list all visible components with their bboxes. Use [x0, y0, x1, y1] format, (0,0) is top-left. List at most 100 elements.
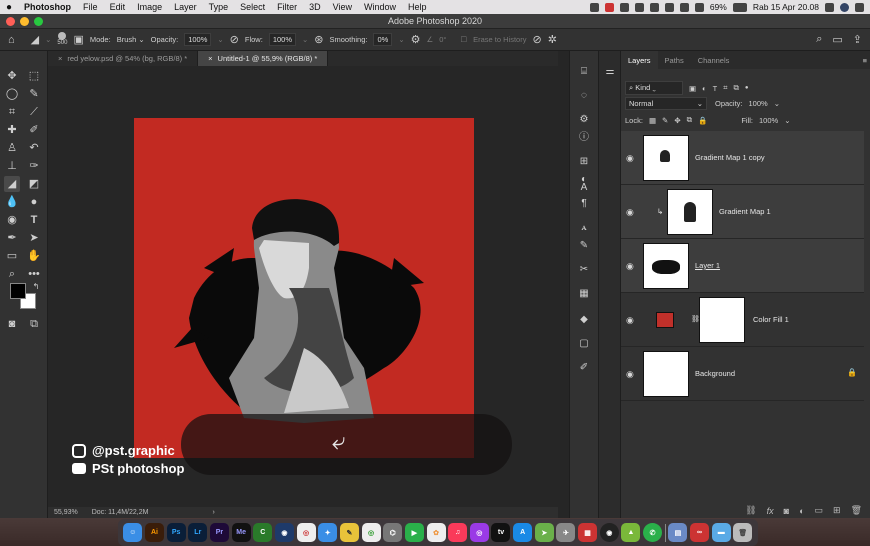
bluetooth-icon[interactable]	[664, 2, 674, 12]
chrome-icon[interactable]: ◎	[296, 523, 316, 542]
zoom-window-button[interactable]	[34, 17, 43, 26]
history-icon[interactable]: ⌸	[577, 65, 591, 79]
brushes-icon[interactable]: ✎	[577, 239, 591, 253]
lock-icon[interactable]: 🔒	[847, 368, 857, 377]
panel-menu-icon[interactable]: ≡	[863, 56, 870, 65]
chevron-down-icon[interactable]: ⌄	[398, 35, 404, 44]
layer-name[interactable]: Gradient Map 1 copy	[695, 153, 765, 162]
glyphs-icon[interactable]: ꭺ	[577, 221, 591, 235]
close-icon[interactable]: ×	[208, 54, 212, 63]
brush-preset-picker[interactable]: 500	[57, 32, 67, 47]
layer-name[interactable]: Layer 1	[695, 261, 720, 270]
layer-name[interactable]: Background	[695, 369, 735, 378]
menu-type[interactable]: Type	[203, 2, 235, 12]
illustrator-icon[interactable]: Ai	[144, 523, 164, 542]
sponge-tool-icon[interactable]: ◉	[4, 212, 20, 228]
path-select-tool-icon[interactable]: ➤	[26, 230, 42, 246]
after-effects-icon[interactable]: ◉	[274, 523, 294, 542]
new-group-icon[interactable]: ▭	[815, 505, 824, 516]
acrobat-icon[interactable]: ∞	[690, 523, 710, 542]
chevron-right-icon[interactable]: ›	[212, 509, 214, 516]
tab-red-yelow[interactable]: × red yelow.psd @ 54% (bg, RGB/8) *	[48, 51, 199, 66]
shape-filter-icon[interactable]: ⌗	[723, 83, 727, 93]
corel-icon[interactable]: C	[253, 523, 273, 542]
pen-tool-icon[interactable]: ✒	[4, 230, 20, 246]
safari-icon[interactable]: ✦	[318, 523, 338, 542]
foreground-color-swatch[interactable]	[10, 283, 26, 299]
preview-icon[interactable]: ▤	[668, 523, 688, 542]
pressure-opacity-icon[interactable]: ⊘	[230, 33, 239, 46]
panel-options-icon[interactable]: ⚌	[603, 65, 617, 79]
trash-icon[interactable]: 🗑	[851, 505, 862, 516]
flow-input[interactable]: 100%	[268, 33, 296, 46]
maps-icon[interactable]: ➤	[534, 523, 554, 542]
tray-app-icon[interactable]	[589, 2, 599, 12]
info-icon[interactable]: ⓘ	[577, 131, 591, 145]
chevron-down-icon[interactable]: ⌄	[302, 35, 308, 44]
menu-help[interactable]: Help	[402, 2, 433, 12]
chevron-down-icon[interactable]: ⌄	[45, 35, 51, 44]
fill-color-swatch[interactable]	[656, 312, 674, 328]
tv-icon[interactable]: tv	[491, 523, 511, 542]
libraries-icon[interactable]: ▢	[577, 337, 591, 351]
lightbulb-icon[interactable]: ◌	[577, 89, 591, 103]
apple-menu-icon[interactable]: ●	[0, 2, 18, 13]
wifi-icon[interactable]	[679, 2, 689, 12]
lock-all-icon[interactable]: 🔒	[698, 116, 707, 125]
chrome-icon[interactable]: ◎	[361, 523, 381, 542]
trash-icon[interactable]: 🗑	[733, 523, 753, 542]
quick-mask-icon[interactable]: ◙	[4, 316, 20, 332]
battery-icon[interactable]	[732, 2, 747, 12]
appstore-icon[interactable]: ✎	[339, 523, 359, 542]
layer-row[interactable]: ◉ Gradient Map 1 copy	[621, 131, 864, 185]
menu-layer[interactable]: Layer	[168, 2, 203, 12]
minimize-window-button[interactable]	[20, 17, 29, 26]
quick-select-tool-icon[interactable]: ✎	[26, 86, 42, 102]
android-icon[interactable]: ▲	[621, 523, 641, 542]
search-icon[interactable]: ⌕	[816, 33, 822, 46]
podcasts-icon[interactable]: ◎	[469, 523, 489, 542]
spotlight-search-icon[interactable]	[825, 2, 834, 12]
battery-percent[interactable]: 69%	[710, 2, 727, 12]
chevron-down-icon[interactable]: ⌄	[217, 35, 223, 44]
clone-stamp-tool-icon[interactable]: ♙	[4, 140, 20, 156]
swap-colors-icon[interactable]: ↰	[28, 279, 44, 295]
eraser-tool-icon[interactable]: ◢	[4, 176, 20, 192]
brush-tool-icon[interactable]: ✐	[26, 122, 42, 138]
zoom-level[interactable]: 55,93%	[54, 509, 78, 516]
capture-icon[interactable]: ⌬	[383, 523, 403, 542]
marquee-tool-icon[interactable]: ⬚	[26, 68, 42, 84]
layer-row[interactable]: ◉ ↳ Gradient Map 1	[621, 185, 864, 239]
layer-opacity-input[interactable]: 100%	[749, 99, 768, 108]
stamp-tool-icon[interactable]: ⊥	[4, 158, 20, 174]
move-tool-icon[interactable]: ✥	[4, 68, 20, 84]
bitdefender-icon[interactable]: ▦	[578, 523, 598, 542]
opacity-input[interactable]: 100%	[184, 33, 212, 46]
smudge-brush-icon[interactable]: ✑	[26, 158, 42, 174]
menu-filter[interactable]: Filter	[271, 2, 303, 12]
history-brush-tool-icon[interactable]: ↶	[26, 140, 42, 156]
smart-filter-icon[interactable]: ⧉	[733, 83, 738, 93]
link-layers-icon[interactable]: ⛓	[745, 505, 756, 516]
obs-icon[interactable]: ◉	[599, 523, 619, 542]
eraser-tool-icon[interactable]: ◢	[31, 33, 39, 46]
brush-settings-icon[interactable]: ▣	[73, 33, 83, 46]
clock[interactable]: Rab 15 Apr 20.08	[753, 2, 819, 12]
smoothing-input[interactable]: 0%	[373, 33, 393, 46]
paint-bucket-tool-icon[interactable]: ◩	[26, 176, 42, 192]
lock-transparency-icon[interactable]: ▦	[649, 116, 656, 125]
pixel-filter-icon[interactable]: ▣	[689, 84, 696, 93]
tools-icon[interactable]: ✂	[577, 263, 591, 277]
gear-icon[interactable]: ⚙	[411, 33, 421, 46]
menu-edit[interactable]: Edit	[104, 2, 132, 12]
menu-select[interactable]: Select	[234, 2, 271, 12]
menu-3d[interactable]: 3D	[303, 2, 327, 12]
fx-icon[interactable]: fx	[767, 506, 774, 516]
paths-icon[interactable]: ✐	[577, 361, 591, 375]
media-encoder-icon[interactable]: Me	[231, 523, 251, 542]
layer-row[interactable]: ◉ Layer 1	[621, 239, 864, 293]
visibility-eye-icon[interactable]: ◉	[626, 315, 636, 325]
dodge-tool-icon[interactable]: ●	[26, 194, 42, 210]
adjustments-icon[interactable]: ⚙	[577, 113, 591, 127]
healing-brush-tool-icon[interactable]: ✚	[4, 122, 20, 138]
